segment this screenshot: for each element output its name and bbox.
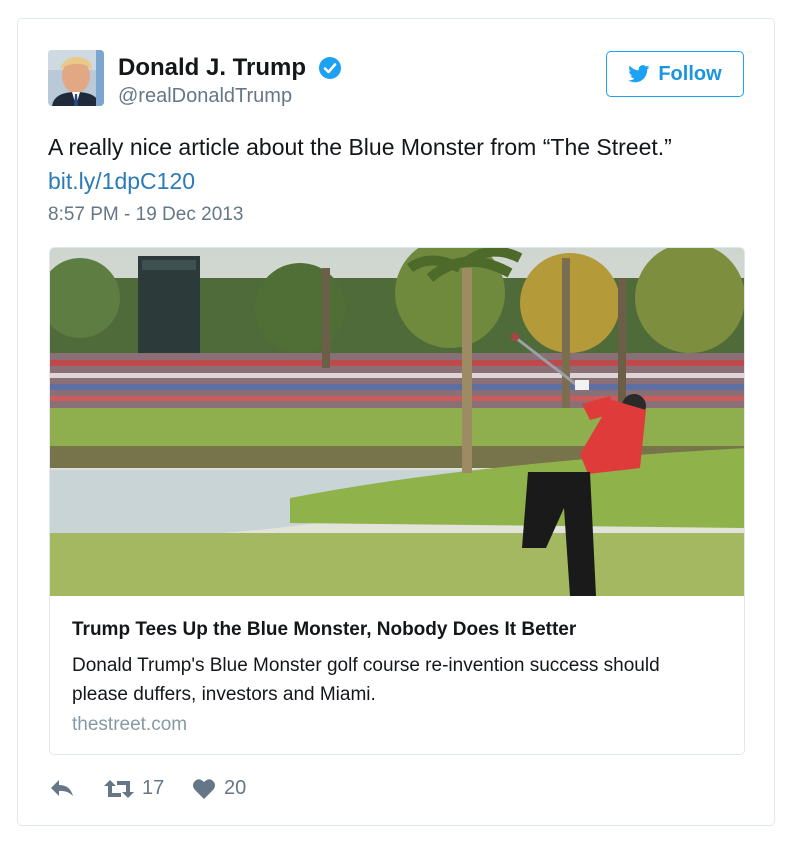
card-domain: thestreet.com — [72, 714, 188, 735]
reply-button[interactable] — [49, 777, 75, 799]
twitter-bird-icon — [628, 65, 650, 83]
card-title[interactable]: Trump Tees Up the Blue Monster, Nobody D… — [72, 618, 576, 642]
like-button[interactable]: 20 — [192, 777, 246, 800]
verified-badge-icon — [319, 57, 341, 79]
retweet-icon — [104, 779, 134, 798]
tweet-timestamp[interactable]: 8:57 PM - 19 Dec 2013 — [48, 202, 243, 228]
avatar[interactable] — [48, 50, 104, 106]
like-count: 20 — [224, 777, 247, 799]
tweet-text-block: A really nice article about the Blue Mon… — [48, 130, 748, 198]
reply-icon — [51, 780, 73, 796]
follow-button[interactable]: Follow — [606, 51, 744, 97]
heart-icon — [193, 778, 215, 799]
tweet-text: A really nice article about the Blue Mon… — [48, 134, 672, 160]
author-handle[interactable]: @realDonaldTrump — [118, 83, 292, 109]
link-preview-card[interactable]: Trump Tees Up the Blue Monster, Nobody D… — [49, 247, 745, 755]
card-description: Donald Trump's Blue Monster golf course … — [72, 655, 660, 705]
author-name[interactable]: Donald J. Trump — [118, 53, 306, 83]
tweet-link[interactable]: bit.ly/1dpC120 — [48, 168, 195, 194]
retweet-button[interactable]: 17 — [104, 777, 164, 800]
follow-label: Follow — [658, 62, 722, 85]
tweet-card: Donald J. Trump @realDonaldTrump Follow … — [17, 18, 775, 826]
retweet-count: 17 — [142, 777, 165, 799]
card-image — [50, 248, 744, 596]
